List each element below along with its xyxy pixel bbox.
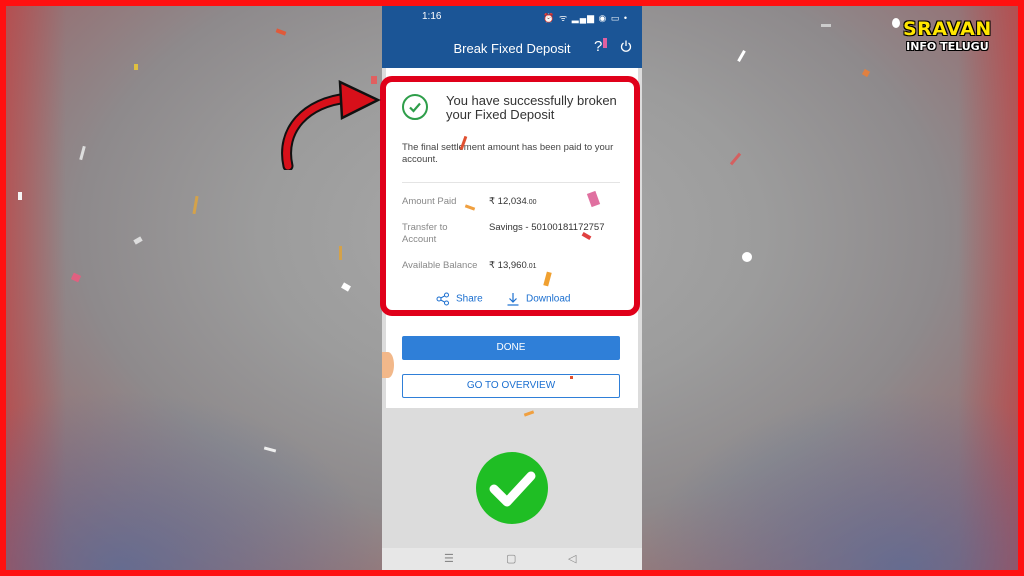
red-arrow-icon xyxy=(281,80,381,170)
confetti xyxy=(821,24,831,27)
confetti xyxy=(192,195,199,215)
status-icons: ⏰ ᯤ ▂▄▆ ◉ ▭ • xyxy=(543,13,628,23)
power-icon[interactable] xyxy=(620,40,632,52)
done-button[interactable]: DONE xyxy=(402,336,620,360)
status-time: 1:16 xyxy=(422,11,442,22)
big-checkmark-icon xyxy=(476,452,548,524)
confetti xyxy=(382,352,394,378)
confetti xyxy=(742,252,752,262)
android-nav-bar: ☰ ▢ ◁ xyxy=(382,548,642,570)
confetti xyxy=(737,50,746,62)
confetti xyxy=(339,246,342,260)
confetti xyxy=(134,64,138,70)
channel-logo-line1: SRAVAN xyxy=(903,18,992,40)
confetti xyxy=(570,376,573,379)
help-icon[interactable]: ? xyxy=(594,38,602,55)
app-bar: Break Fixed Deposit ? xyxy=(382,28,642,68)
highlight-box xyxy=(380,76,640,316)
background-glow-bottom-left xyxy=(6,390,386,570)
status-bar: 1:16 ⏰ ᯤ ▂▄▆ ◉ ▭ • xyxy=(382,6,642,28)
background-glow-bottom-right xyxy=(638,390,1018,570)
channel-logo-line2: INFO TELUGU xyxy=(906,40,989,53)
confetti xyxy=(892,18,900,28)
confetti xyxy=(79,145,86,161)
menu-nav-icon[interactable]: ☰ xyxy=(444,552,454,565)
channel-logo: SRAVAN INFO TELUGU xyxy=(903,18,992,53)
confetti xyxy=(523,410,535,417)
back-nav-icon[interactable]: ◁ xyxy=(568,552,576,565)
confetti xyxy=(18,192,22,200)
confetti xyxy=(70,272,82,283)
confetti xyxy=(861,68,871,78)
confetti xyxy=(275,28,287,36)
confetti xyxy=(603,38,607,48)
go-to-overview-button[interactable]: GO TO OVERVIEW xyxy=(402,374,620,398)
confetti xyxy=(729,152,742,166)
confetti xyxy=(133,236,143,245)
confetti xyxy=(341,282,351,292)
home-nav-icon[interactable]: ▢ xyxy=(506,552,516,565)
